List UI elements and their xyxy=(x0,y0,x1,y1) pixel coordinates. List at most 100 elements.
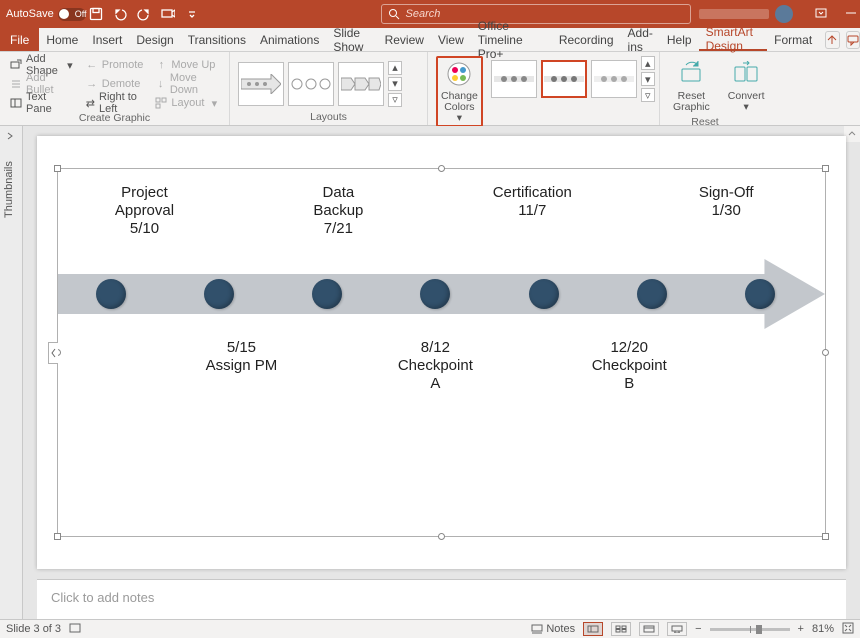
thumbnails-pane-collapsed[interactable]: Thumbnails xyxy=(0,126,23,619)
timeline-smartart[interactable]: ProjectApproval5/10 DataBackup7/21 Certi… xyxy=(58,259,825,329)
tab-add-ins[interactable]: Add-ins xyxy=(621,28,660,51)
zoom-in-button[interactable]: + xyxy=(798,623,804,635)
reset-graphic-button[interactable]: ResetGraphic xyxy=(668,56,715,116)
slide-sorter-view-button[interactable] xyxy=(611,622,631,636)
normal-view-button[interactable] xyxy=(583,622,603,636)
gallery-up-icon[interactable]: ▴ xyxy=(641,56,655,70)
smartart-selection-frame[interactable]: ProjectApproval5/10 DataBackup7/21 Certi… xyxy=(57,168,826,537)
demote-icon: → xyxy=(86,78,98,90)
autosave-state: Off xyxy=(75,9,87,19)
add-bullet-icon xyxy=(10,78,22,90)
group-create-graphic: Add Shape▾ Add Bullet Text Pane ←Promote… xyxy=(0,52,230,125)
resize-handle[interactable] xyxy=(822,349,829,356)
gallery-up-icon[interactable]: ▴ xyxy=(388,61,402,75)
avatar xyxy=(775,5,793,23)
style-thumb-3[interactable] xyxy=(591,60,637,98)
slide-show-button[interactable] xyxy=(667,622,687,636)
resize-handle[interactable] xyxy=(822,165,829,172)
resize-handle[interactable] xyxy=(438,533,445,540)
slide-area: ProjectApproval5/10 DataBackup7/21 Certi… xyxy=(23,126,860,619)
share-button[interactable] xyxy=(825,31,839,49)
style-thumb-2[interactable] xyxy=(541,60,587,98)
tab-design[interactable]: Design xyxy=(129,28,180,51)
promote-button: ←Promote xyxy=(84,56,146,74)
resize-handle[interactable] xyxy=(438,165,445,172)
tab-format[interactable]: Format xyxy=(767,28,819,51)
account-name-redacted xyxy=(699,9,769,19)
resize-handle[interactable] xyxy=(822,533,829,540)
text-pane-icon xyxy=(10,97,22,109)
milestone-dot[interactable] xyxy=(312,279,342,309)
scroll-up-icon[interactable] xyxy=(844,126,860,142)
group-smartart-styles: ChangeColors ▾ ▴ ▾ ▿ SmartArt Styles xyxy=(428,52,660,125)
gallery-more-icon[interactable]: ▿ xyxy=(388,93,402,107)
start-from-beginning-icon[interactable] xyxy=(160,6,176,22)
accessibility-icon[interactable] xyxy=(69,622,81,637)
tab-recording[interactable]: Recording xyxy=(552,28,621,51)
undo-icon[interactable] xyxy=(112,6,128,22)
gallery-down-icon[interactable]: ▾ xyxy=(641,72,655,86)
tab-slide-show[interactable]: Slide Show xyxy=(326,28,377,51)
tab-home[interactable]: Home xyxy=(39,28,85,51)
tab-view[interactable]: View xyxy=(431,28,471,51)
move-up-icon: ↑ xyxy=(155,59,167,71)
layout-thumb-1[interactable] xyxy=(238,62,284,106)
fit-to-window-button[interactable] xyxy=(842,622,854,637)
ribbon-display-icon[interactable] xyxy=(815,7,827,22)
group-reset: ResetGraphic Convert▾ Reset xyxy=(660,52,750,125)
layout-icon xyxy=(155,97,167,109)
milestone-dot[interactable] xyxy=(637,279,667,309)
group-label: Layouts xyxy=(238,111,419,123)
tab-file[interactable]: File xyxy=(0,28,39,51)
milestone-dot[interactable] xyxy=(420,279,450,309)
zoom-slider[interactable] xyxy=(710,628,790,631)
slide-canvas[interactable]: ProjectApproval5/10 DataBackup7/21 Certi… xyxy=(37,136,846,569)
search-icon xyxy=(388,8,400,20)
comments-button[interactable] xyxy=(846,31,860,49)
autosave-control[interactable]: AutoSave Off xyxy=(0,8,82,21)
chevron-right-icon[interactable] xyxy=(4,130,16,142)
milestone-dot[interactable] xyxy=(745,279,775,309)
right-to-left-icon: ⇄ xyxy=(86,97,95,109)
tab-office-timeline[interactable]: Office Timeline Pro+ xyxy=(471,28,552,51)
ms-label: DataBackup7/21 xyxy=(290,184,387,238)
resize-handle[interactable] xyxy=(54,533,61,540)
tab-help[interactable]: Help xyxy=(660,28,699,51)
milestone-dot[interactable] xyxy=(204,279,234,309)
reset-graphic-icon xyxy=(676,59,706,89)
style-thumb-1[interactable] xyxy=(491,60,537,98)
account-info[interactable] xyxy=(691,5,801,23)
notes-toggle[interactable]: Notes xyxy=(531,623,575,635)
layout-thumb-3[interactable] xyxy=(338,62,384,106)
styles-gallery[interactable]: ▴ ▾ ▿ xyxy=(491,56,655,102)
notes-pane[interactable]: Click to add notes xyxy=(37,579,846,619)
tab-review[interactable]: Review xyxy=(378,28,431,51)
convert-button[interactable]: Convert▾ xyxy=(723,56,770,116)
layouts-gallery[interactable]: ▴ ▾ ▿ xyxy=(238,61,402,107)
text-pane-button[interactable]: Text Pane xyxy=(8,94,76,112)
resize-handle[interactable] xyxy=(54,165,61,172)
tab-insert[interactable]: Insert xyxy=(85,28,129,51)
text-pane-toggle[interactable] xyxy=(48,342,58,364)
qat-dropdown-icon[interactable] xyxy=(184,6,200,22)
milestone-dot[interactable] xyxy=(96,279,126,309)
milestone-dot[interactable] xyxy=(529,279,559,309)
gallery-more-icon[interactable]: ▿ xyxy=(641,88,655,102)
zoom-slider-thumb[interactable] xyxy=(756,625,762,634)
timeline-dots xyxy=(96,279,775,309)
slide-indicator: Slide 3 of 3 xyxy=(6,623,61,635)
tab-transitions[interactable]: Transitions xyxy=(181,28,253,51)
tab-smartart-design[interactable]: SmartArt Design xyxy=(699,28,768,51)
save-icon[interactable] xyxy=(88,6,104,22)
workspace: Thumbnails ProjectApproval5/10 xyxy=(0,126,860,619)
zoom-percent[interactable]: 81% xyxy=(812,623,834,635)
change-colors-button[interactable]: ChangeColors ▾ xyxy=(436,56,483,127)
minimize-icon[interactable] xyxy=(845,7,857,22)
tab-animations[interactable]: Animations xyxy=(253,28,326,51)
layout-thumb-2[interactable] xyxy=(288,62,334,106)
reading-view-button[interactable] xyxy=(639,622,659,636)
gallery-down-icon[interactable]: ▾ xyxy=(388,77,402,91)
right-to-left-button[interactable]: ⇄Right to Left xyxy=(84,94,146,112)
redo-icon[interactable] xyxy=(136,6,152,22)
zoom-out-button[interactable]: − xyxy=(695,623,701,635)
